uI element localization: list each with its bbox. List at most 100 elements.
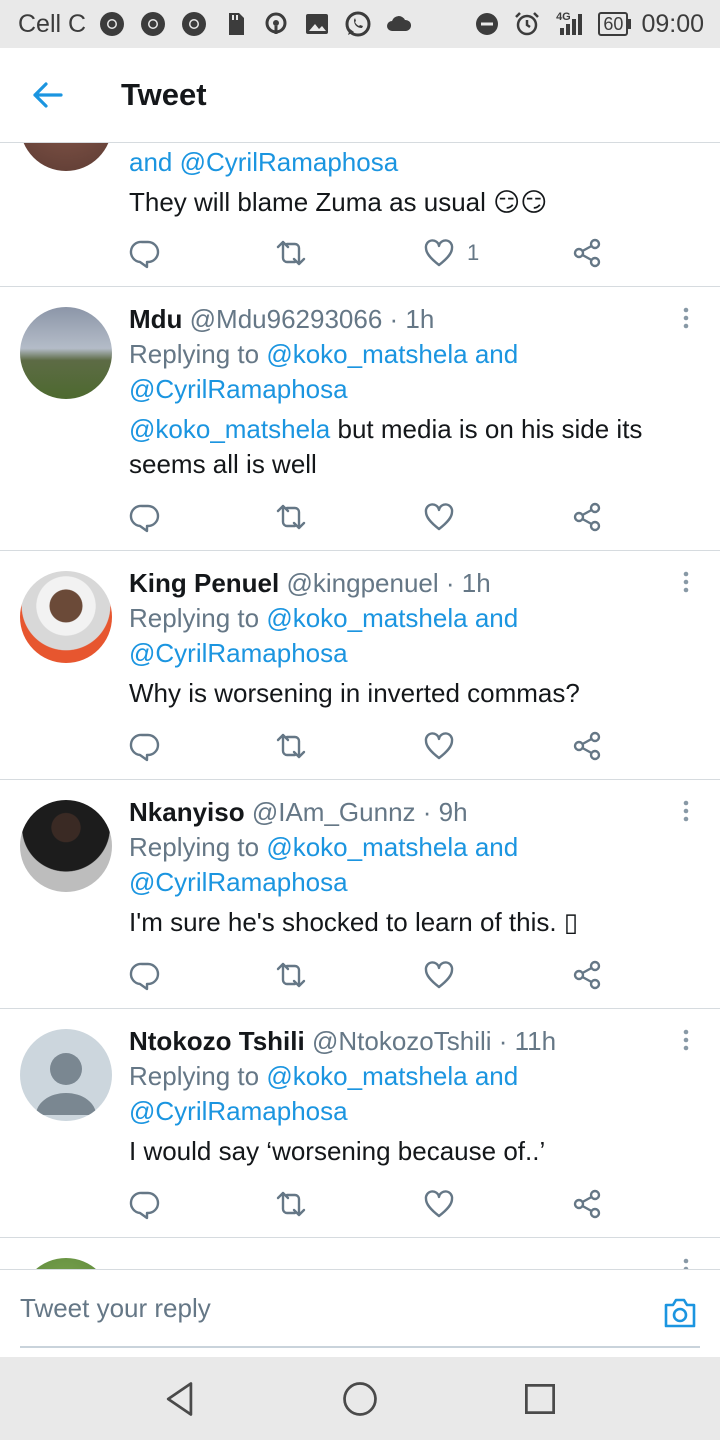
handle[interactable]: @IAm_Gunnz <box>252 797 416 827</box>
image-icon <box>302 9 332 39</box>
nav-recents-button[interactable] <box>518 1377 562 1421</box>
share-icon <box>573 960 601 990</box>
timestamp: · 11h <box>498 1026 557 1056</box>
share-button[interactable] <box>571 726 603 766</box>
reply-to-prefix: Replying to <box>129 603 260 633</box>
handle[interactable]: @kingpenuel <box>286 568 438 598</box>
reply-to-and: and <box>474 1061 519 1091</box>
more-options-icon[interactable] <box>678 1254 694 1269</box>
avatar-default[interactable] <box>20 1029 112 1121</box>
reply-to-mention[interactable]: @CyrilRamaphosa <box>129 638 348 668</box>
battery-icon: 60 <box>598 12 632 36</box>
sd-card-icon <box>220 9 250 39</box>
text-mention[interactable]: @koko_matshela <box>129 414 330 444</box>
reply-button[interactable] <box>129 233 161 273</box>
tweet-header: Mdu @Mdu96293066 · 1h <box>129 301 680 337</box>
cloud-icon <box>384 9 414 39</box>
triangle-back-icon <box>166 1382 193 1416</box>
reply-to-mention[interactable]: @koko_matshela <box>266 832 467 862</box>
share-button[interactable] <box>571 233 603 273</box>
page-title: Tweet <box>121 77 207 112</box>
tweet[interactable]: Ntokozo Tshili @NtokozoTshili · 11h Repl… <box>0 1009 720 1238</box>
reply-to-line: Replying to @koko_matshela and @CyrilRam… <box>129 337 680 407</box>
reply-to-and: and <box>474 339 519 369</box>
retweet-button[interactable] <box>275 1184 307 1224</box>
heart-icon <box>424 961 454 989</box>
tweet-header: King Penuel @kingpenuel · 1h <box>129 565 680 601</box>
reply-button[interactable] <box>129 497 161 537</box>
retweet-button[interactable] <box>275 233 307 273</box>
more-options-icon[interactable] <box>678 1025 694 1055</box>
reply-input[interactable] <box>20 1270 640 1346</box>
nav-back-button[interactable] <box>158 1377 202 1421</box>
display-name[interactable]: Nkanyiso <box>129 797 245 827</box>
more-options-icon[interactable] <box>678 567 694 597</box>
display-name[interactable]: King Penuel <box>129 568 279 598</box>
handle[interactable]: @Mdu96293066 <box>190 304 383 334</box>
more-options-icon[interactable] <box>678 303 694 333</box>
back-button[interactable] <box>0 48 95 143</box>
reply-to-line: Replying to @koko_matshela and @CyrilRam… <box>129 1059 680 1129</box>
circle-home-icon <box>343 1382 377 1416</box>
share-icon <box>573 1189 601 1219</box>
retweet-button[interactable] <box>275 497 307 537</box>
retweet-icon <box>276 504 306 530</box>
app-header: Tweet <box>0 48 720 143</box>
hotspot-icon <box>261 9 291 39</box>
reply-button[interactable] <box>129 726 161 766</box>
like-button[interactable] <box>423 955 455 995</box>
like-button[interactable] <box>423 726 455 766</box>
reply-composer <box>0 1269 720 1357</box>
avatar[interactable] <box>20 571 112 663</box>
handle[interactable]: @NtokozoTshili <box>312 1026 492 1056</box>
display-name[interactable]: Mdu <box>129 304 182 334</box>
replies-feed[interactable]: and @CyrilRamaphosa They will blame Zuma… <box>0 143 720 1269</box>
status-bar: Cell C 4G 60 09:00 <box>0 0 720 48</box>
share-button[interactable] <box>571 497 603 537</box>
tweet-text: They will blame Zuma as usual 😏😏 <box>129 187 548 217</box>
like-button[interactable] <box>423 1184 455 1224</box>
reply-to-mention[interactable]: @CyrilRamaphosa <box>129 1096 348 1126</box>
reply-button[interactable] <box>129 1184 161 1224</box>
reply-to-mention[interactable]: @koko_matshela <box>266 1061 467 1091</box>
retweet-button[interactable] <box>275 955 307 995</box>
avatar[interactable] <box>20 143 112 171</box>
camera-icon <box>664 1298 696 1328</box>
reply-to-mention[interactable]: @koko_matshela <box>266 603 467 633</box>
share-button[interactable] <box>571 955 603 995</box>
reply-to-mention[interactable]: @CyrilRamaphosa <box>129 867 348 897</box>
reply-icon <box>129 962 160 991</box>
reply-to-mention[interactable]: @CyrilRamaphosa <box>129 374 348 404</box>
retweet-button[interactable] <box>275 726 307 766</box>
tweet-partial[interactable]: and @CyrilRamaphosa They will blame Zuma… <box>0 143 720 287</box>
avatar[interactable] <box>20 307 112 399</box>
reply-to-mention[interactable]: and @CyrilRamaphosa <box>129 147 398 177</box>
tweet-actions <box>129 1184 619 1224</box>
camera-button[interactable] <box>662 1296 698 1330</box>
timestamp: · 1h <box>445 568 491 598</box>
heart-icon <box>424 1190 454 1218</box>
like-button[interactable]: 1 <box>423 233 479 273</box>
composer-underline <box>20 1346 700 1348</box>
reply-to-prefix: Replying to <box>129 832 260 862</box>
avatar[interactable] <box>20 800 112 892</box>
network-type-label: 4G <box>556 10 571 23</box>
tweet-text: I'm sure he's shocked to learn of this. … <box>129 907 579 937</box>
tweet[interactable]: Nkanyiso @IAm_Gunnz · 9h Replying to @ko… <box>0 780 720 1009</box>
tweet[interactable]: King Penuel @kingpenuel · 1h Replying to… <box>0 551 720 780</box>
reply-to-and: and <box>474 832 519 862</box>
tweet-cut-off[interactable] <box>0 1238 720 1269</box>
reply-to-prefix: Replying to <box>129 339 260 369</box>
like-button[interactable] <box>423 497 455 537</box>
reply-to-mention[interactable]: @koko_matshela <box>266 339 467 369</box>
share-icon <box>573 502 601 532</box>
nav-home-button[interactable] <box>338 1377 382 1421</box>
more-options-icon[interactable] <box>678 796 694 826</box>
tweet[interactable]: Mdu @Mdu96293066 · 1h Replying to @koko_… <box>0 287 720 551</box>
display-name[interactable]: Ntokozo Tshili <box>129 1026 305 1056</box>
tweet-text: @koko_matshela but media is on his side … <box>129 412 680 482</box>
reply-button[interactable] <box>129 955 161 995</box>
share-button[interactable] <box>571 1184 603 1224</box>
avatar[interactable] <box>20 1258 112 1269</box>
heart-icon <box>424 239 454 267</box>
